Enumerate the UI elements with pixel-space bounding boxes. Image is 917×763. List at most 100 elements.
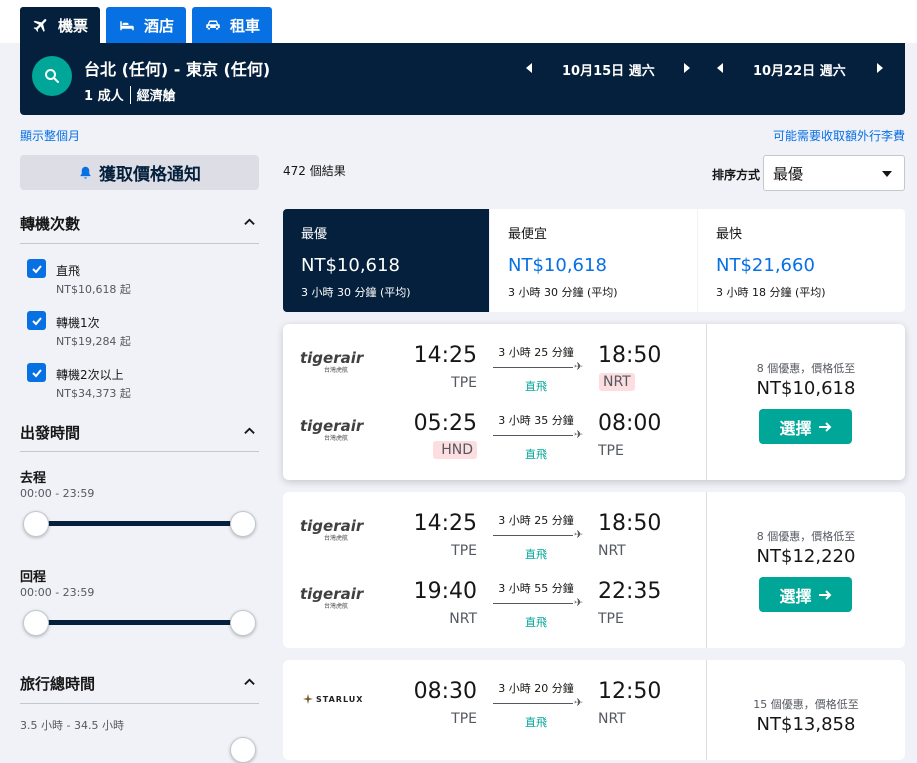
passenger-count: 1 成人 bbox=[84, 89, 124, 104]
select-button[interactable]: 選擇 bbox=[759, 409, 852, 444]
duration-range: 3.5 小時 - 34.5 小時 bbox=[20, 719, 124, 732]
outbound-slider-max-handle[interactable] bbox=[230, 511, 256, 537]
return-range: 00:00 - 23:59 bbox=[20, 586, 95, 599]
depart-next-day-icon[interactable] bbox=[684, 63, 690, 73]
departure-time: 08:30 bbox=[413, 679, 477, 704]
plane-icon: ✈ bbox=[574, 596, 584, 609]
divider bbox=[20, 243, 259, 244]
option-label: 轉機1次 bbox=[56, 316, 100, 330]
flight-duration: 3 小時 25 分鐘 bbox=[498, 346, 574, 359]
outbound-slider-track[interactable] bbox=[36, 521, 243, 526]
divider bbox=[129, 85, 131, 104]
airline-logo: tigerair 台灣虎航 bbox=[300, 349, 364, 374]
flight-duration: 3 小時 25 分鐘 bbox=[498, 514, 574, 527]
departure-airport: TPE bbox=[451, 543, 477, 559]
route-text[interactable]: 台北 (任何) - 東京 (任何) bbox=[84, 56, 270, 80]
chevron-up-icon[interactable] bbox=[244, 217, 255, 228]
outbound-label: 去程 bbox=[20, 471, 47, 486]
tab-cars[interactable]: 租車 bbox=[192, 7, 272, 43]
departure-time: 14:25 bbox=[413, 511, 477, 536]
summary-tab-best[interactable]: 最優 NT$10,618 3 小時 30 分鐘 (平均) bbox=[283, 209, 489, 312]
search-summary-bar[interactable]: 台北 (任何) - 東京 (任何) 1 成人 經濟艙 10月15日 週六 10月… bbox=[20, 43, 905, 115]
summary-duration: 3 小時 30 分鐘 (平均) bbox=[301, 286, 411, 299]
divider bbox=[20, 451, 259, 452]
bed-icon bbox=[120, 21, 134, 31]
price-alert-label: 獲取價格通知 bbox=[99, 165, 201, 185]
summary-price: NT$10,618 bbox=[301, 255, 400, 276]
arrival-airport-warning: NRT bbox=[599, 373, 635, 391]
arrival-airport: TPE bbox=[598, 611, 624, 627]
arrival-airport: NRT bbox=[598, 543, 626, 559]
departure-airport: TPE bbox=[451, 375, 477, 391]
summary-price: NT$10,618 bbox=[508, 255, 607, 276]
option-label: 直飛 bbox=[56, 264, 81, 278]
select-button[interactable]: 選擇 bbox=[759, 577, 852, 612]
flight-line bbox=[493, 435, 573, 436]
baggage-fee-link[interactable]: 可能需要收取額外行李費 bbox=[773, 127, 905, 144]
price-alert-button[interactable]: 獲取價格通知 bbox=[20, 155, 259, 190]
stops-filter-title[interactable]: 轉機次數 bbox=[20, 213, 80, 234]
checkbox-one-stop[interactable] bbox=[27, 311, 46, 330]
airline-logo: STARLUX bbox=[303, 694, 363, 704]
divider bbox=[706, 492, 707, 648]
plane-icon: ✈ bbox=[574, 428, 584, 441]
stops-label: 直飛 bbox=[525, 548, 547, 561]
divider bbox=[706, 324, 707, 480]
checkbox-two-plus-stops[interactable] bbox=[27, 363, 46, 382]
flight-duration: 3 小時 35 分鐘 bbox=[498, 414, 574, 427]
tab-hotels-label: 酒店 bbox=[144, 16, 175, 35]
departure-airport: NRT bbox=[449, 611, 477, 627]
plane-icon: ✈ bbox=[574, 528, 584, 541]
arrival-time: 18:50 bbox=[598, 343, 662, 368]
search-icon[interactable] bbox=[32, 56, 72, 96]
car-icon bbox=[206, 20, 220, 30]
chevron-up-icon[interactable] bbox=[244, 426, 255, 437]
return-label: 回程 bbox=[20, 570, 47, 585]
airline-logo: tigerair 台灣虎航 bbox=[300, 585, 364, 610]
departure-time-filter-title[interactable]: 出發時間 bbox=[20, 422, 80, 443]
arrow-right-icon bbox=[818, 421, 831, 432]
result-card[interactable]: tigerair 台灣虎航 14:25 TPE 3 小時 25 分鐘 ✈ 直飛 1… bbox=[283, 492, 905, 648]
top-bar: 機票 酒店 租車 bbox=[0, 0, 917, 43]
return-slider-min-handle[interactable] bbox=[23, 610, 49, 636]
outbound-range: 00:00 - 23:59 bbox=[20, 487, 95, 500]
deals-count: 8 個優惠，價格低至 bbox=[756, 530, 856, 543]
option-price: NT$34,373 起 bbox=[56, 387, 131, 400]
deals-count: 15 個優惠，價格低至 bbox=[753, 698, 859, 711]
return-slider-max-handle[interactable] bbox=[230, 610, 256, 636]
airline-logo: tigerair 台灣虎航 bbox=[300, 517, 364, 542]
tab-flights[interactable]: 機票 bbox=[20, 7, 100, 43]
depart-prev-day-icon[interactable] bbox=[526, 63, 532, 73]
depart-date[interactable]: 10月15日 週六 bbox=[562, 60, 655, 79]
stops-label: 直飛 bbox=[525, 448, 547, 461]
stops-label: 直飛 bbox=[525, 380, 547, 393]
return-prev-day-icon[interactable] bbox=[717, 63, 723, 73]
duration-slider-max-handle[interactable] bbox=[230, 737, 256, 763]
passenger-cabin[interactable]: 1 成人 經濟艙 bbox=[84, 85, 176, 104]
flight-duration: 3 小時 55 分鐘 bbox=[498, 582, 574, 595]
result-price: NT$10,618 bbox=[756, 378, 856, 399]
result-card[interactable]: STARLUX 08:30 TPE 3 小時 20 分鐘 ✈ 直飛 12:50 … bbox=[283, 660, 905, 760]
arrival-airport: TPE bbox=[598, 443, 624, 459]
arrival-time: 08:00 bbox=[598, 411, 662, 436]
summary-tab-fastest[interactable]: 最快 NT$21,660 3 小時 18 分鐘 (平均) bbox=[698, 209, 905, 312]
tab-flights-label: 機票 bbox=[58, 16, 89, 35]
departure-airport-warning: HND bbox=[433, 441, 477, 459]
sort-value: 最優 bbox=[773, 165, 804, 183]
summary-price: NT$21,660 bbox=[716, 255, 815, 276]
duration-filter-title[interactable]: 旅行總時間 bbox=[20, 673, 95, 694]
outbound-slider-min-handle[interactable] bbox=[23, 511, 49, 537]
return-next-day-icon[interactable] bbox=[877, 63, 883, 73]
tab-hotels[interactable]: 酒店 bbox=[106, 7, 186, 43]
return-slider-track[interactable] bbox=[36, 620, 243, 625]
departure-time: 14:25 bbox=[413, 343, 477, 368]
sort-select[interactable]: 最優 bbox=[763, 155, 905, 191]
chevron-up-icon[interactable] bbox=[244, 677, 255, 688]
return-date[interactable]: 10月22日 週六 bbox=[753, 60, 846, 79]
flight-line bbox=[493, 703, 573, 704]
checkbox-direct[interactable] bbox=[27, 259, 46, 278]
result-card[interactable]: tigerair 台灣虎航 14:25 TPE 3 小時 25 分鐘 ✈ 直飛 1… bbox=[283, 324, 905, 480]
option-price: NT$10,618 起 bbox=[56, 283, 131, 296]
summary-tab-cheapest[interactable]: 最便宜 NT$10,618 3 小時 30 分鐘 (平均) bbox=[490, 209, 697, 312]
show-whole-month-link[interactable]: 顯示整個月 bbox=[20, 127, 80, 144]
